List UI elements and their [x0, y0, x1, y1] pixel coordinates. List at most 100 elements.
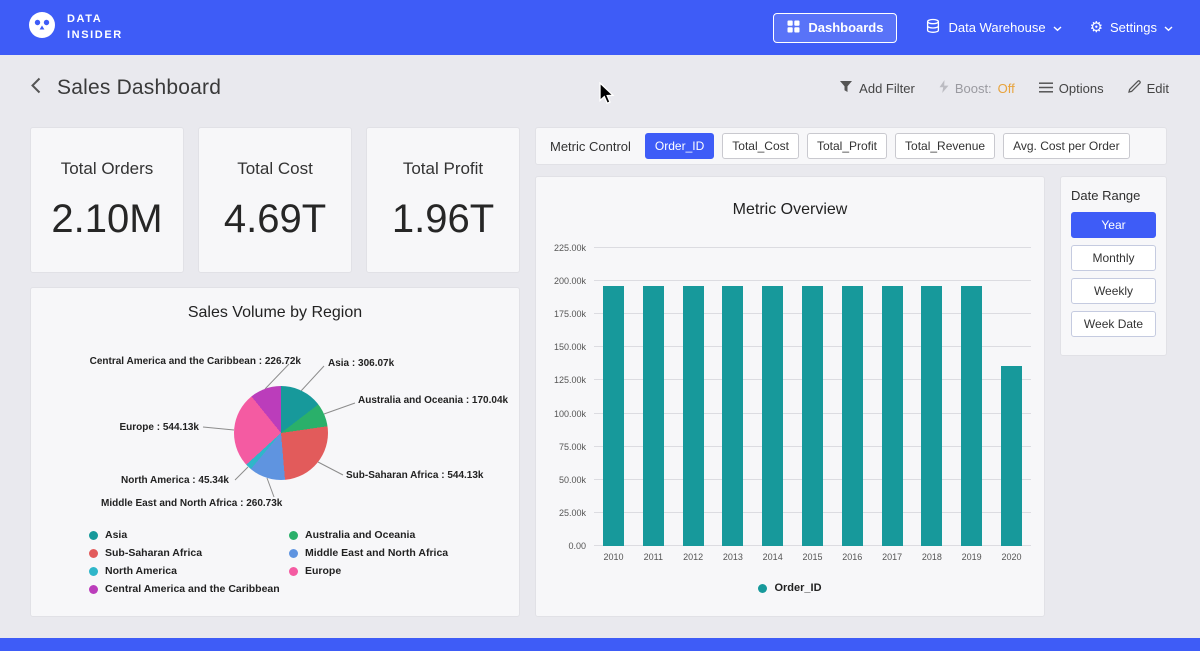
settings-label: Settings — [1110, 20, 1157, 35]
boost-bolt-icon — [939, 80, 949, 96]
gear-icon: ⚙ — [1090, 20, 1103, 35]
kpi-label: Total Cost — [237, 159, 313, 179]
bars: 2010201120122013201420152016201720182019… — [594, 248, 1031, 546]
kpi-total-orders: Total Orders 2.10M — [30, 127, 184, 273]
pie-chart — [234, 386, 328, 480]
y-axis-tick: 25.00k — [559, 508, 586, 518]
options-button[interactable]: Options — [1039, 81, 1104, 96]
metric-button-total-revenue[interactable]: Total_Revenue — [895, 133, 995, 159]
data-warehouse-label: Data Warehouse — [948, 20, 1045, 35]
bar-2016: 2016 — [842, 248, 863, 546]
pie-area: Asia : 306.07k Australia and Oceania : 17… — [31, 332, 519, 517]
bar-2013: 2013 — [722, 248, 743, 546]
x-axis-tick: 2020 — [1001, 552, 1021, 562]
date-range-button-week-date[interactable]: Week Date — [1071, 311, 1156, 337]
metric-button-total-profit[interactable]: Total_Profit — [807, 133, 887, 159]
boost-toggle[interactable]: Boost: Off — [939, 80, 1015, 96]
kpi-label: Total Profit — [403, 159, 483, 179]
bar-rect — [603, 286, 624, 546]
pie-label-4: North America : 45.34k — [121, 475, 229, 486]
x-axis-tick: 2014 — [763, 552, 783, 562]
x-axis-tick: 2012 — [683, 552, 703, 562]
date-range-button-year[interactable]: Year — [1071, 212, 1156, 238]
bar-rect — [722, 286, 743, 546]
bar-rect — [842, 286, 863, 546]
bar-rect — [762, 286, 783, 546]
settings-menu[interactable]: ⚙ Settings — [1090, 20, 1173, 35]
metric-overview-chart-card: Metric Overview 0.0025.00k50.00k75.00k10… — [535, 176, 1045, 617]
bar-2020: 2020 — [1001, 248, 1022, 546]
chart-title: Metric Overview — [536, 201, 1044, 219]
date-range-buttons: Year Monthly Weekly Week Date — [1071, 212, 1156, 337]
pie-label-0: Asia : 306.07k — [328, 358, 394, 369]
pie-title: Sales Volume by Region — [31, 304, 519, 322]
kpi-total-profit: Total Profit 1.96T — [366, 127, 520, 273]
bar-plot: 0.0025.00k50.00k75.00k100.00k125.00k150.… — [594, 248, 1031, 546]
legend-label: Europe — [305, 565, 341, 577]
legend-item-4: North America — [89, 565, 289, 577]
page-title: Sales Dashboard — [57, 76, 221, 100]
edit-button[interactable]: Edit — [1128, 80, 1169, 96]
legend-item-2: Sub-Saharan Africa — [89, 547, 289, 559]
metric-control-buttons: Order_ID Total_Cost Total_Profit Total_Reve… — [645, 133, 1130, 159]
pie-label-3: Middle East and North Africa : 260.73k — [101, 498, 282, 509]
bar-rect — [882, 286, 903, 546]
y-axis-tick: 175.00k — [554, 309, 586, 319]
boost-label: Boost: — [955, 81, 992, 96]
list-icon — [1039, 81, 1053, 96]
back-button[interactable] — [31, 77, 41, 99]
brand-line1: DATA — [67, 12, 123, 27]
edit-label: Edit — [1147, 81, 1169, 96]
legend-dot — [89, 531, 98, 540]
pie-label-6: Central America and the Caribbean : 226.… — [90, 356, 301, 367]
pie-legend: AsiaSub-Saharan AfricaNorth AmericaCentr… — [89, 529, 519, 595]
bar-2018: 2018 — [921, 248, 942, 546]
chevron-down-icon — [1053, 20, 1062, 35]
pencil-icon — [1128, 80, 1141, 96]
dashboards-button[interactable]: Dashboards — [773, 13, 897, 43]
brand-line2: INSIDER — [67, 28, 123, 43]
legend-item-5: Europe — [289, 565, 448, 577]
legend-dot — [758, 584, 767, 593]
x-axis-tick: 2019 — [962, 552, 982, 562]
pie-label-2: Sub-Saharan Africa : 544.13k — [346, 470, 483, 481]
subheader-left: Sales Dashboard — [31, 76, 221, 100]
top-navbar: DATA INSIDER Dashboards — [0, 0, 1200, 55]
date-range-button-weekly[interactable]: Weekly — [1071, 278, 1156, 304]
legend-dot — [89, 549, 98, 558]
legend-label: Middle East and North Africa — [305, 547, 448, 559]
metric-button-order-id[interactable]: Order_ID — [645, 133, 714, 159]
page: DATA INSIDER Dashboards — [0, 0, 1200, 651]
legend-item-1: Australia and Oceania — [289, 529, 448, 541]
y-axis-tick: 125.00k — [554, 375, 586, 385]
metric-button-avg-cost-per-order[interactable]: Avg. Cost per Order — [1003, 133, 1130, 159]
bar-rect — [683, 286, 704, 546]
pie-label-1: Australia and Oceania : 170.04k — [358, 395, 508, 406]
legend-label: Sub-Saharan Africa — [105, 547, 202, 559]
legend-label: North America — [105, 565, 177, 577]
bar-2011: 2011 — [643, 248, 664, 546]
options-label: Options — [1059, 81, 1104, 96]
pie-legend-column-2: Australia and Oceania Middle East and Nor… — [289, 529, 448, 595]
kpi-value: 4.69T — [224, 197, 326, 242]
legend-label: Australia and Oceania — [305, 529, 415, 541]
date-range-button-monthly[interactable]: Monthly — [1071, 245, 1156, 271]
add-filter-button[interactable]: Add Filter — [839, 80, 915, 96]
dashboards-label: Dashboards — [808, 20, 883, 35]
legend-item-0: Asia — [89, 529, 289, 541]
x-axis-tick: 2017 — [882, 552, 902, 562]
legend-dot — [289, 549, 298, 558]
legend-label: Order_ID — [774, 582, 821, 594]
metric-control-label: Metric Control — [550, 139, 631, 154]
data-warehouse-menu[interactable]: Data Warehouse — [925, 18, 1061, 37]
pie-label-5: Europe : 544.13k — [120, 422, 199, 433]
add-filter-label: Add Filter — [859, 81, 915, 96]
bar-rect — [961, 286, 982, 546]
metric-button-total-cost[interactable]: Total_Cost — [722, 133, 799, 159]
subheader: Sales Dashboard Add Filter Boost: Off — [0, 55, 1200, 121]
legend-label: Asia — [105, 529, 127, 541]
date-range-card: Date Range YearMonthlyWeeklyWeek Date — [1060, 176, 1167, 356]
dashboards-grid-icon — [787, 20, 800, 36]
bar-2014: 2014 — [762, 248, 783, 546]
brand: DATA INSIDER — [27, 10, 123, 45]
